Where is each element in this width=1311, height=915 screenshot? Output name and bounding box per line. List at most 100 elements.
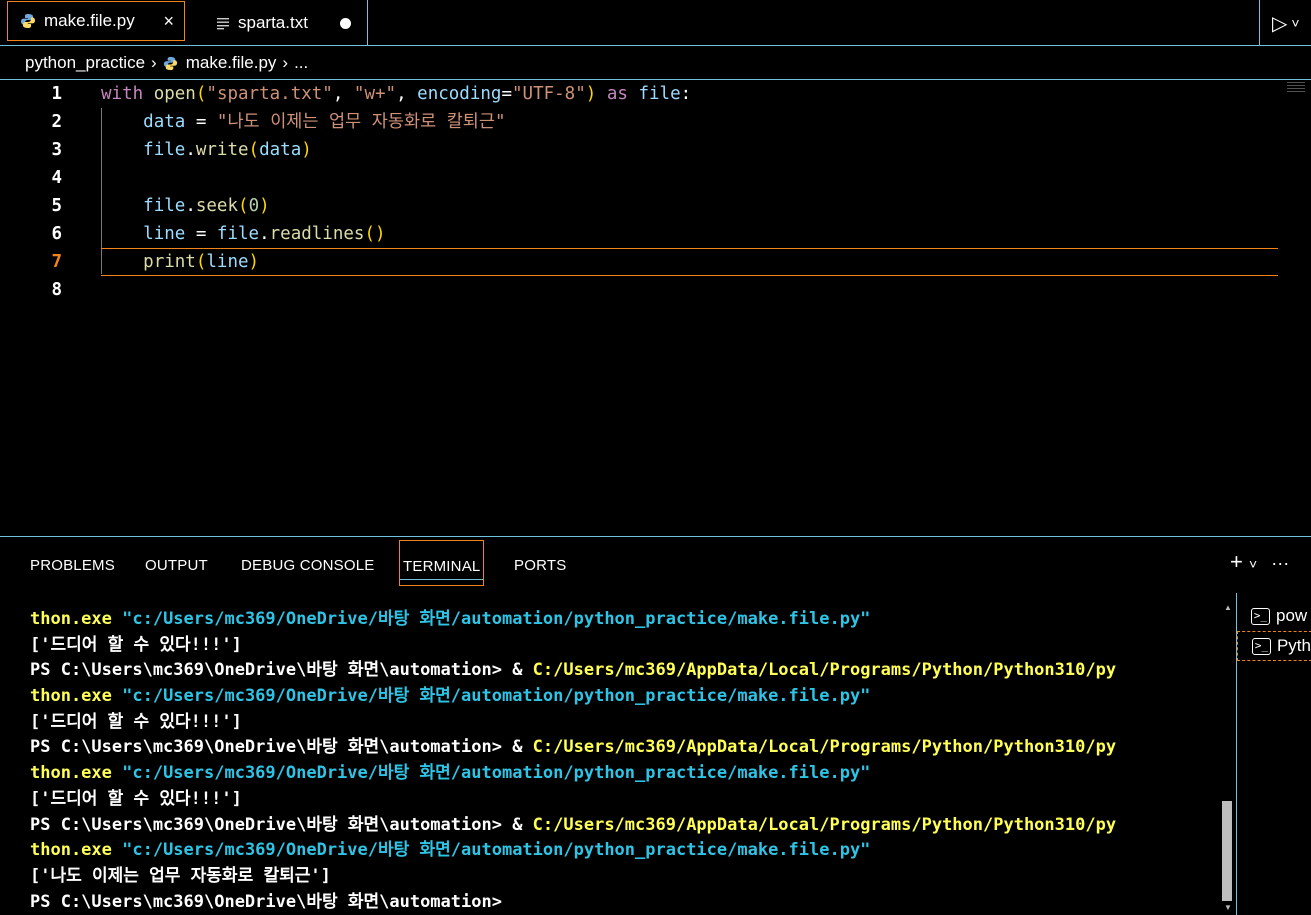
tab-debug-console[interactable]: DEBUG CONSOLE [241, 557, 374, 574]
line-number: 1 [51, 84, 62, 104]
tab-ports[interactable]: PORTS [514, 557, 566, 574]
code-text: file.seek(0) [101, 192, 270, 220]
code-token: print [143, 252, 196, 272]
terminal-token: "c:/Users/mc369/OneDrive/바탕 화면/automatio… [122, 763, 871, 784]
python-icon [163, 56, 177, 70]
code-token: file [638, 84, 681, 104]
code-token: , [396, 84, 418, 104]
close-icon[interactable]: × [163, 11, 174, 32]
code-line[interactable]: 3 file.write(data) [0, 136, 1311, 164]
scroll-down-icon[interactable]: ▼ [1224, 903, 1232, 912]
line-number: 8 [51, 280, 62, 300]
more-actions-icon[interactable]: ··· [1271, 553, 1289, 573]
terminal-token: C:/Users/mc369/AppData/Local/Programs/Py… [532, 737, 1117, 758]
code-token: readlines [269, 224, 365, 244]
chevron-down-icon[interactable]: ˅ [1249, 556, 1257, 572]
code-token: file [143, 196, 186, 216]
breadcrumb-folder[interactable]: python_practice [25, 53, 145, 73]
tab-sparta-txt[interactable]: sparta.txt [204, 0, 368, 46]
code-line[interactable]: 7 print(line) [0, 248, 1311, 276]
tab-output[interactable]: OUTPUT [145, 557, 208, 574]
tab-make-file-py[interactable]: make.file.py × [7, 1, 185, 41]
terminal-token: thon.exe [30, 609, 123, 629]
code-line[interactable]: 8 [0, 276, 1311, 304]
code-token: . [259, 224, 270, 244]
terminal-token: "c:/Users/mc369/OneDrive/바탕 화면/automatio… [122, 609, 871, 629]
bottom-panel: PROBLEMS OUTPUT DEBUG CONSOLE TERMINAL P… [0, 536, 1311, 915]
chevron-right-icon: › [151, 53, 157, 72]
terminal-line: ['나도 이제는 업무 자동화로 칼퇴근'] [30, 864, 1220, 890]
code-token: = [185, 224, 217, 244]
code-line[interactable]: 6 line = file.readlines() [0, 220, 1311, 248]
terminal-line: ['드디어 할 수 있다!!!'] [30, 633, 1220, 659]
terminal-line: thon.exe "c:/Users/mc369/OneDrive/바탕 화면/… [30, 761, 1220, 787]
unsaved-dot-icon[interactable] [340, 18, 351, 29]
scroll-up-icon[interactable]: ▲ [1224, 603, 1232, 612]
code-line[interactable]: 5 file.seek(0) [0, 192, 1311, 220]
terminal-token: "c:/Users/mc369/OneDrive/바탕 화면/automatio… [122, 686, 871, 707]
terminal-token: PS C:\Users\mc369\OneDrive\바탕 화면\automat… [30, 737, 533, 758]
code-line[interactable]: 4 [0, 164, 1311, 192]
breadcrumb-symbols[interactable]: ... [294, 53, 308, 73]
code-token: : [680, 84, 692, 104]
run-python-file-button[interactable]: ▷ ˅ [1259, 0, 1311, 46]
terminal-line: PS C:\Users\mc369\OneDrive\바탕 화면\automat… [30, 813, 1220, 839]
add-terminal-icon[interactable]: + [1230, 549, 1243, 574]
code-token: write [195, 140, 249, 160]
code-token: ( [195, 252, 207, 272]
code-token: , [332, 84, 354, 104]
terminal-line: PS C:\Users\mc369\OneDrive\바탕 화면\automat… [30, 658, 1220, 684]
line-number: 7 [51, 252, 62, 272]
python-icon [21, 14, 35, 28]
code-token: file [216, 224, 260, 244]
terminal-scrollbar[interactable] [1222, 801, 1232, 901]
code-text: data = "나도 이제는 업무 자동화로 칼퇴근" [101, 108, 506, 136]
terminal-token: PS C:\Users\mc369\OneDrive\바탕 화면\automat… [30, 891, 502, 912]
code-token: "나도 이제는 업무 자동화로 칼퇴근" [216, 112, 506, 132]
line-number: 4 [51, 168, 62, 188]
code-line[interactable]: 1 with open("sparta.txt", "w+", encoding=… [0, 80, 1311, 108]
terminal-line: ['드디어 할 수 있다!!!'] [30, 787, 1220, 813]
code-text: with open("sparta.txt", "w+", encoding="… [101, 80, 691, 108]
code-token: with [101, 84, 144, 104]
terminal-line: ['드디어 할 수 있다!!!'] [30, 710, 1220, 736]
code-text: line = file.readlines() [101, 220, 385, 248]
chevron-down-icon[interactable]: ˅ [1291, 15, 1299, 31]
code-editor[interactable]: 1 with open("sparta.txt", "w+", encoding=… [0, 80, 1311, 536]
code-text: file.write(data) [101, 136, 312, 164]
terminal-output[interactable]: thon.exe "c:/Users/mc369/OneDrive/바탕 화면/… [30, 607, 1220, 915]
tab-label: make.file.py [44, 11, 135, 30]
tab-problems[interactable]: PROBLEMS [30, 557, 115, 574]
tab-terminal[interactable]: TERMINAL [399, 540, 485, 586]
terminal-token: "c:/Users/mc369/OneDrive/바탕 화면/automatio… [122, 840, 871, 861]
terminal-icon: >_ [1252, 637, 1271, 655]
code-token: seek [195, 196, 239, 216]
terminal-token: ['드디어 할 수 있다!!!'] [30, 634, 242, 655]
code-token: file [143, 140, 186, 160]
breadcrumb: python_practice › make.file.py › ... [0, 47, 1311, 80]
code-token: = [501, 84, 512, 104]
text-file-icon [217, 18, 229, 30]
code-token: data [143, 112, 186, 132]
terminal-item-powershell[interactable]: >_ pow [1237, 601, 1311, 631]
code-token: "sparta.txt" [206, 84, 333, 104]
play-icon[interactable]: ▷ [1272, 11, 1287, 36]
code-token: 0 [248, 196, 260, 216]
breadcrumb-file[interactable]: make.file.py [186, 53, 277, 73]
code-token: line [143, 224, 186, 244]
terminal-line: PS C:\Users\mc369\OneDrive\바탕 화면\automat… [30, 735, 1220, 761]
code-token: ) [585, 84, 597, 104]
chevron-right-icon: › [282, 53, 289, 72]
terminal-token: ['나도 이제는 업무 자동화로 칼퇴근'] [30, 865, 331, 886]
code-token: data [259, 140, 302, 160]
panel-tab-bar: PROBLEMS OUTPUT DEBUG CONSOLE TERMINAL P… [0, 537, 1311, 597]
line-number: 6 [51, 224, 62, 244]
terminal-item-python[interactable]: >_ Pyth [1237, 631, 1311, 661]
code-token: ( [248, 140, 260, 160]
code-line[interactable]: 2 data = "나도 이제는 업무 자동화로 칼퇴근" [0, 108, 1311, 136]
